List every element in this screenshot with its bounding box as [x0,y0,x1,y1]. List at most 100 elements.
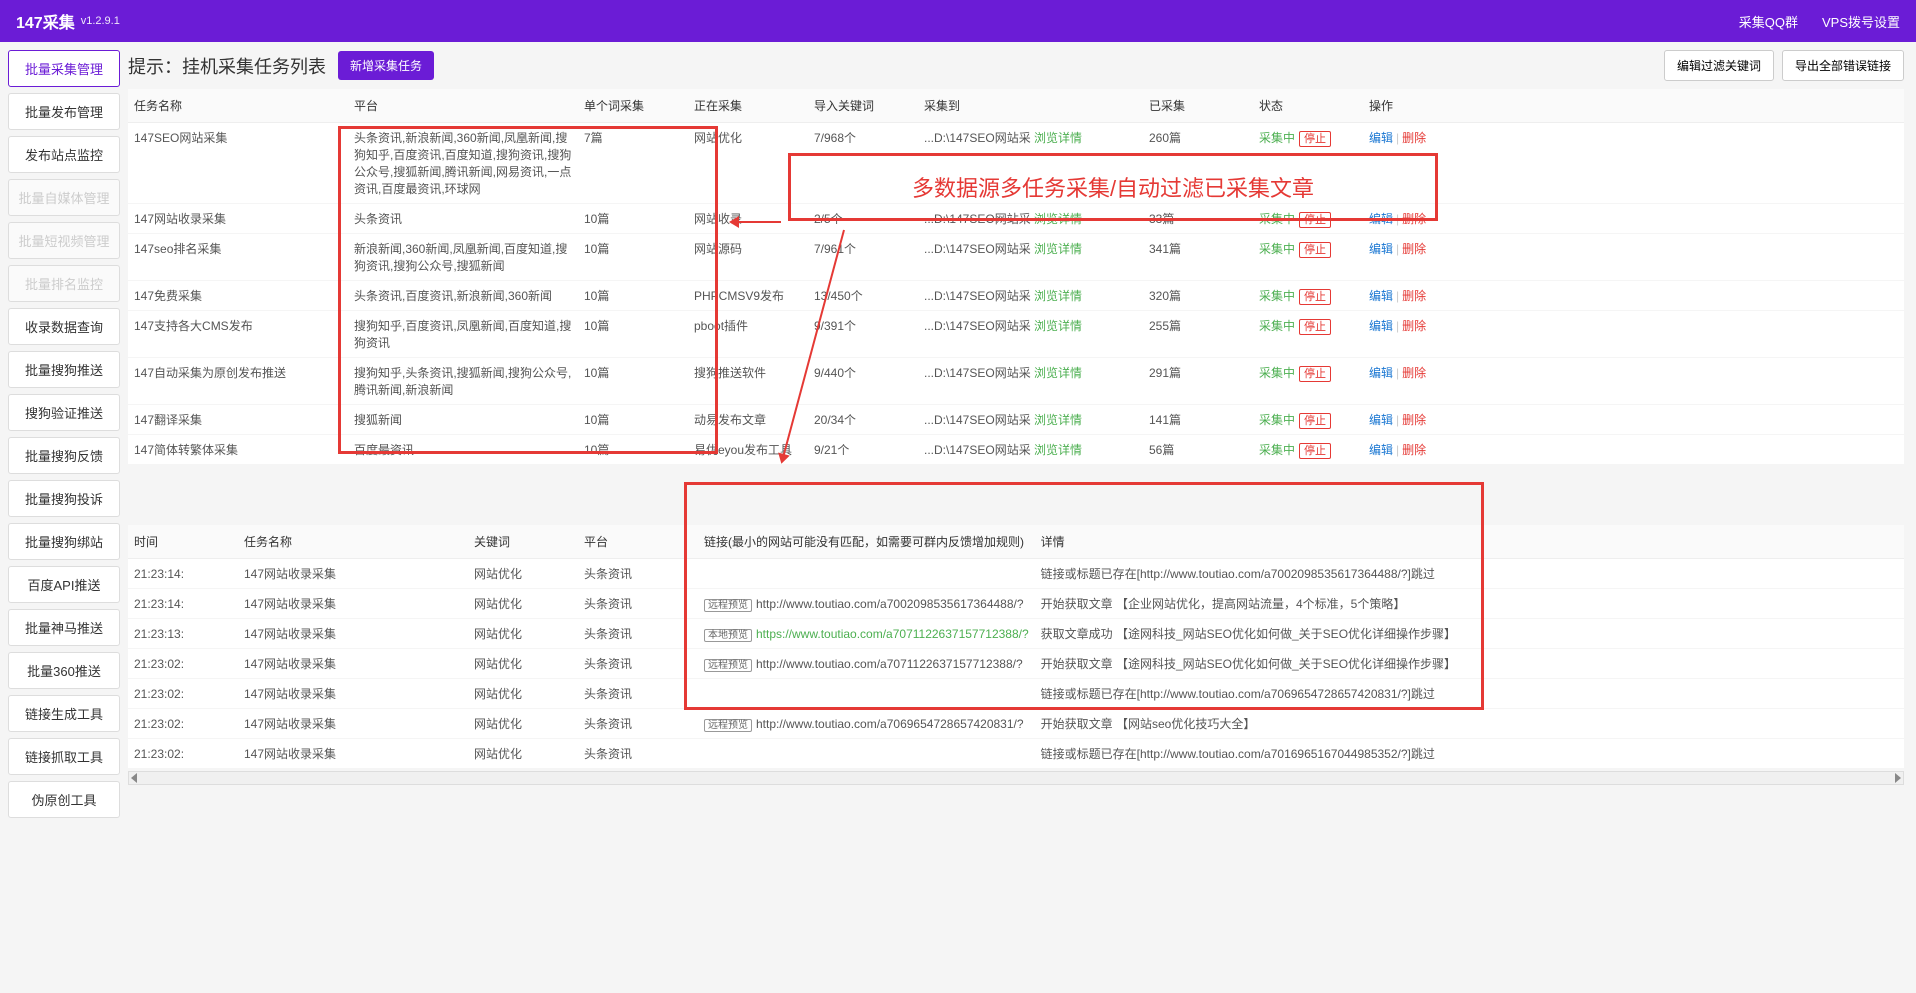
edit-link[interactable]: 编辑 [1369,289,1393,303]
sidebar-item-6[interactable]: 收录数据查询 [8,308,120,345]
edit-link[interactable]: 编辑 [1369,366,1393,380]
sidebar-item-10[interactable]: 批量搜狗投诉 [8,480,120,517]
sidebar-item-14[interactable]: 批量360推送 [8,652,120,689]
stop-button[interactable]: 停止 [1299,366,1331,382]
browse-link[interactable]: 浏览详情 [1034,242,1082,256]
browse-link[interactable]: 浏览详情 [1034,413,1082,427]
preview-badge[interactable]: 远程预览 [704,719,752,732]
task-col-header: 正在采集 [688,89,808,123]
sidebar-item-11[interactable]: 批量搜狗绑站 [8,523,120,560]
log-url[interactable]: https://www.toutiao.com/a707112263715771… [756,627,1029,641]
sidebar-item-16[interactable]: 链接抓取工具 [8,738,120,775]
task-count: 7篇 [578,123,688,204]
sidebar-item-2[interactable]: 发布站点监控 [8,136,120,173]
log-task: 147网站收录采集 [238,589,468,619]
table-row[interactable]: 147SEO网站采集头条资讯,新浪新闻,360新闻,凤凰新闻,搜狗知乎,百度资讯… [128,123,1904,204]
browse-link[interactable]: 浏览详情 [1034,289,1082,303]
log-url[interactable]: http://www.toutiao.com/a7002098535617364… [756,597,1024,611]
sidebar-item-8[interactable]: 搜狗验证推送 [8,394,120,431]
log-platform: 头条资讯 [578,739,698,769]
browse-link[interactable]: 浏览详情 [1034,443,1082,457]
sidebar-item-15[interactable]: 链接生成工具 [8,695,120,732]
scroll-left-icon[interactable] [131,773,137,783]
task-collecting: 搜狗推送软件 [688,358,808,405]
log-link [698,679,1035,709]
task-dest: ...D:\147SEO网站采 浏览详情 [918,123,1143,204]
log-link: 远程预览 http://www.toutiao.com/a706965472865… [698,709,1035,739]
task-dest: ...D:\147SEO网站采 浏览详情 [918,358,1143,405]
task-collecting: 易优eyou发布工具 [688,435,808,465]
edit-link[interactable]: 编辑 [1369,131,1393,145]
browse-link[interactable]: 浏览详情 [1034,366,1082,380]
edit-link[interactable]: 编辑 [1369,212,1393,226]
task-ops: 编辑|删除 [1363,281,1904,311]
stop-button[interactable]: 停止 [1299,443,1331,459]
sidebar-item-0[interactable]: 批量采集管理 [8,50,120,87]
task-platform: 搜狗知乎,百度资讯,凤凰新闻,百度知道,搜狗资讯 [348,311,578,358]
header-link-qq[interactable]: 采集QQ群 [1739,12,1798,31]
log-url[interactable]: http://www.toutiao.com/a7069654728657420… [756,717,1024,731]
new-task-button[interactable]: 新增采集任务 [338,51,434,80]
task-col-header: 采集到 [918,89,1143,123]
preview-badge[interactable]: 远程预览 [704,599,752,612]
sidebar-item-13[interactable]: 批量神马推送 [8,609,120,646]
task-count: 10篇 [578,358,688,405]
task-dest: ...D:\147SEO网站采 浏览详情 [918,234,1143,281]
task-status: 采集中停止 [1253,311,1363,358]
sidebar-item-17[interactable]: 伪原创工具 [8,781,120,818]
delete-link[interactable]: 删除 [1402,443,1426,457]
log-platform: 头条资讯 [578,589,698,619]
task-col-header: 状态 [1253,89,1363,123]
delete-link[interactable]: 删除 [1402,319,1426,333]
browse-link[interactable]: 浏览详情 [1034,319,1082,333]
horizontal-scrollbar[interactable] [128,771,1904,785]
browse-link[interactable]: 浏览详情 [1034,212,1082,226]
stop-button[interactable]: 停止 [1299,131,1331,147]
log-time: 21:23:02: [128,679,238,709]
header-link-vps[interactable]: VPS拨号设置 [1822,12,1900,31]
sidebar-item-12[interactable]: 百度API推送 [8,566,120,603]
table-row[interactable]: 147免费采集头条资讯,百度资讯,新浪新闻,360新闻10篇PHPCMSV9发布… [128,281,1904,311]
task-status: 采集中停止 [1253,123,1363,204]
edit-link[interactable]: 编辑 [1369,413,1393,427]
table-row[interactable]: 147seo排名采集新浪新闻,360新闻,凤凰新闻,百度知道,搜狗资讯,搜狗公众… [128,234,1904,281]
scroll-right-icon[interactable] [1895,773,1901,783]
table-row[interactable]: 147自动采集为原创发布推送搜狗知乎,头条资讯,搜狐新闻,搜狗公众号,腾讯新闻,… [128,358,1904,405]
filter-keywords-button[interactable]: 编辑过滤关键词 [1664,50,1774,81]
table-row[interactable]: 147翻译采集搜狐新闻10篇动易发布文章20/34个...D:\147SEO网站… [128,405,1904,435]
delete-link[interactable]: 删除 [1402,289,1426,303]
edit-link[interactable]: 编辑 [1369,242,1393,256]
delete-link[interactable]: 删除 [1402,242,1426,256]
task-collected: 56篇 [1143,435,1253,465]
delete-link[interactable]: 删除 [1402,212,1426,226]
task-col-header: 已采集 [1143,89,1253,123]
table-row[interactable]: 147网站收录采集头条资讯10篇网站收录2/5个...D:\147SEO网站采 … [128,204,1904,234]
stop-button[interactable]: 停止 [1299,212,1331,228]
log-link [698,739,1035,769]
stop-button[interactable]: 停止 [1299,413,1331,429]
stop-button[interactable]: 停止 [1299,289,1331,305]
delete-link[interactable]: 删除 [1402,366,1426,380]
log-detail: 链接或标题已存在[http://www.toutiao.com/a7069654… [1035,679,1904,709]
sidebar-item-1[interactable]: 批量发布管理 [8,93,120,130]
task-count: 10篇 [578,234,688,281]
app-header: 147采集 v1.2.9.1 采集QQ群 VPS拨号设置 [0,0,1916,42]
stop-button[interactable]: 停止 [1299,319,1331,335]
sidebar-item-7[interactable]: 批量搜狗推送 [8,351,120,388]
task-count: 10篇 [578,435,688,465]
edit-link[interactable]: 编辑 [1369,443,1393,457]
task-ops: 编辑|删除 [1363,405,1904,435]
log-url[interactable]: http://www.toutiao.com/a7071122637157712… [756,657,1023,671]
delete-link[interactable]: 删除 [1402,131,1426,145]
edit-link[interactable]: 编辑 [1369,319,1393,333]
stop-button[interactable]: 停止 [1299,242,1331,258]
preview-badge[interactable]: 远程预览 [704,659,752,672]
browse-link[interactable]: 浏览详情 [1034,131,1082,145]
table-row[interactable]: 147支持各大CMS发布搜狗知乎,百度资讯,凤凰新闻,百度知道,搜狗资讯10篇p… [128,311,1904,358]
log-col-header: 详情 [1035,525,1904,559]
preview-badge[interactable]: 本地预览 [704,629,752,642]
export-errors-button[interactable]: 导出全部错误链接 [1782,50,1904,81]
sidebar-item-9[interactable]: 批量搜狗反馈 [8,437,120,474]
delete-link[interactable]: 删除 [1402,413,1426,427]
table-row[interactable]: 147简体转繁体采集百度最资讯10篇易优eyou发布工具9/21个...D:\1… [128,435,1904,465]
